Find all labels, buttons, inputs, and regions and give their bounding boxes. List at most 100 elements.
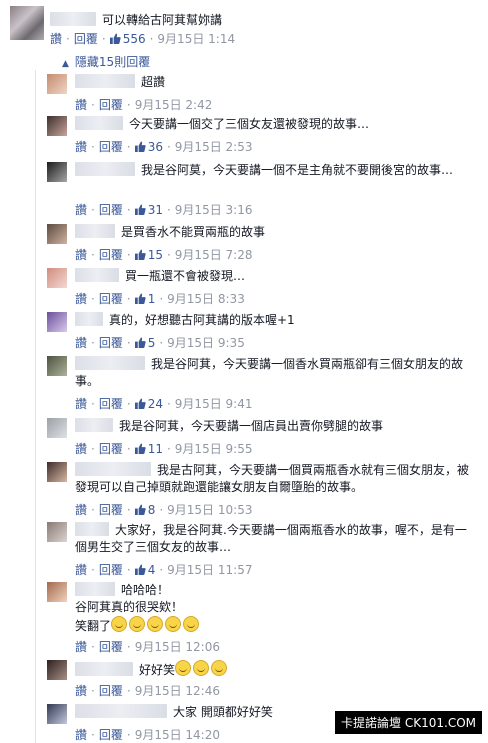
redacted-author-name[interactable] [75,418,113,432]
redacted-author-name[interactable] [75,116,123,130]
comment-actions: 讚 · 回覆 · 9月15日 12:46 [75,684,220,698]
like-count[interactable]: 4 [134,563,155,577]
comment-actions: 讚 · 回覆 · 36 · 9月15日 2:53 [75,140,253,154]
like-count[interactable]: 8 [134,503,155,517]
reply-link[interactable]: 回覆 [99,248,123,262]
timestamp[interactable]: 9月15日 3:16 [175,203,253,217]
laughing-emoji-icon [183,616,200,632]
reply-text: 我是谷阿莫，今天要講一個不是主角就不要開後宮的故事… [141,163,454,177]
timestamp[interactable]: 9月15日 10:53 [167,503,252,517]
avatar[interactable] [47,704,67,724]
avatar[interactable] [47,582,67,602]
reply-link[interactable]: 回覆 [99,442,123,456]
reply-text-line: 笑翻了 [75,619,112,633]
thumbs-up-icon [134,443,146,454]
reply-link[interactable]: 回覆 [99,140,123,154]
reply-link[interactable]: 回覆 [74,32,98,46]
avatar[interactable] [47,116,67,136]
avatar[interactable] [47,462,67,482]
avatar[interactable] [10,6,44,40]
reply-body: 我是谷阿莫，今天要講一個不是主角就不要開後宮的故事… [75,162,475,179]
redacted-author-name[interactable] [75,704,167,718]
timestamp[interactable]: 9月15日 2:42 [135,98,213,112]
thumbs-up-icon [134,564,146,575]
avatar[interactable] [47,522,67,542]
like-count[interactable]: 11 [134,442,163,456]
redacted-author-name[interactable] [75,662,133,676]
comment-actions: 讚 · 回覆 · 9月15日 14:20 [75,728,220,742]
like-link[interactable]: 讚 [75,640,87,654]
reply-link[interactable]: 回覆 [99,98,123,112]
reply-body: 超讚 [75,74,475,91]
like-link[interactable]: 讚 [50,32,62,46]
like-link[interactable]: 讚 [75,98,87,112]
like-link[interactable]: 讚 [75,292,87,306]
reply-link[interactable]: 回覆 [99,336,123,350]
avatar[interactable] [47,224,67,244]
redacted-author-name[interactable] [75,162,135,176]
redacted-author-name[interactable] [75,74,135,88]
reply-link[interactable]: 回覆 [99,503,123,517]
like-count[interactable]: 36 [134,140,163,154]
reply-link[interactable]: 回覆 [99,203,123,217]
timestamp[interactable]: 9月15日 12:46 [135,684,220,698]
reply-body: 好好笑 [75,660,475,679]
redacted-author-name[interactable] [50,12,96,26]
redacted-author-name[interactable] [75,522,109,536]
like-count[interactable]: 15 [134,248,163,262]
redacted-author-name[interactable] [75,312,103,326]
timestamp[interactable]: 9月15日 12:06 [135,640,220,654]
like-link[interactable]: 讚 [75,503,87,517]
redacted-author-name[interactable] [75,356,145,370]
avatar[interactable] [47,74,67,94]
reply-link[interactable]: 回覆 [99,292,123,306]
timestamp[interactable]: 9月15日 14:20 [135,728,220,742]
like-count[interactable]: 31 [134,203,163,217]
reply-link[interactable]: 回覆 [99,397,123,411]
like-link[interactable]: 讚 [75,248,87,262]
hide-replies-toggle[interactable]: ▲ 隱藏15則回覆 [62,53,150,70]
comment-actions: 讚 · 回覆 · 5 · 9月15日 9:35 [75,336,245,350]
avatar[interactable] [47,312,67,332]
avatar[interactable] [47,162,67,182]
timestamp[interactable]: 9月15日 9:35 [167,336,245,350]
reply-body: 我是谷阿萁，今天要講一個店員出賣你劈腿的故事 [75,418,475,435]
thumbs-up-icon [109,33,121,44]
like-link[interactable]: 讚 [75,336,87,350]
avatar[interactable] [47,660,67,680]
avatar[interactable] [47,356,67,376]
thumbs-up-icon [134,141,146,152]
redacted-author-name[interactable] [75,268,119,282]
reply-body: 我是谷阿萁，今天要講一個香水買兩瓶卻有三個女朋友的故事。 [75,356,475,390]
laughing-emoji-icon [147,616,164,632]
like-link[interactable]: 讚 [75,442,87,456]
redacted-author-name[interactable] [75,582,115,596]
avatar[interactable] [47,268,67,288]
reply-link[interactable]: 回覆 [99,728,123,742]
reply-link[interactable]: 回覆 [99,684,123,698]
like-link[interactable]: 讚 [75,140,87,154]
reply-link[interactable]: 回覆 [99,640,123,654]
like-count[interactable]: 1 [134,292,155,306]
timestamp[interactable]: 9月15日 2:53 [175,140,253,154]
like-link[interactable]: 讚 [75,563,87,577]
like-link[interactable]: 讚 [75,684,87,698]
reply-text: 超讚 [141,75,166,89]
like-count[interactable]: 24 [134,397,163,411]
laughing-emoji-icon [211,660,228,676]
timestamp[interactable]: 9月15日 8:33 [167,292,245,306]
like-link[interactable]: 讚 [75,203,87,217]
timestamp[interactable]: 9月15日 1:14 [157,32,235,46]
timestamp[interactable]: 9月15日 9:41 [175,397,253,411]
timestamp[interactable]: 9月15日 11:57 [167,563,252,577]
redacted-author-name[interactable] [75,224,115,238]
timestamp[interactable]: 9月15日 7:28 [175,248,253,262]
reply-link[interactable]: 回覆 [99,563,123,577]
like-count[interactable]: 556 [109,32,146,46]
timestamp[interactable]: 9月15日 9:55 [175,442,253,456]
redacted-author-name[interactable] [75,462,151,476]
avatar[interactable] [47,418,67,438]
like-count[interactable]: 5 [134,336,155,350]
like-link[interactable]: 讚 [75,728,87,742]
like-link[interactable]: 讚 [75,397,87,411]
